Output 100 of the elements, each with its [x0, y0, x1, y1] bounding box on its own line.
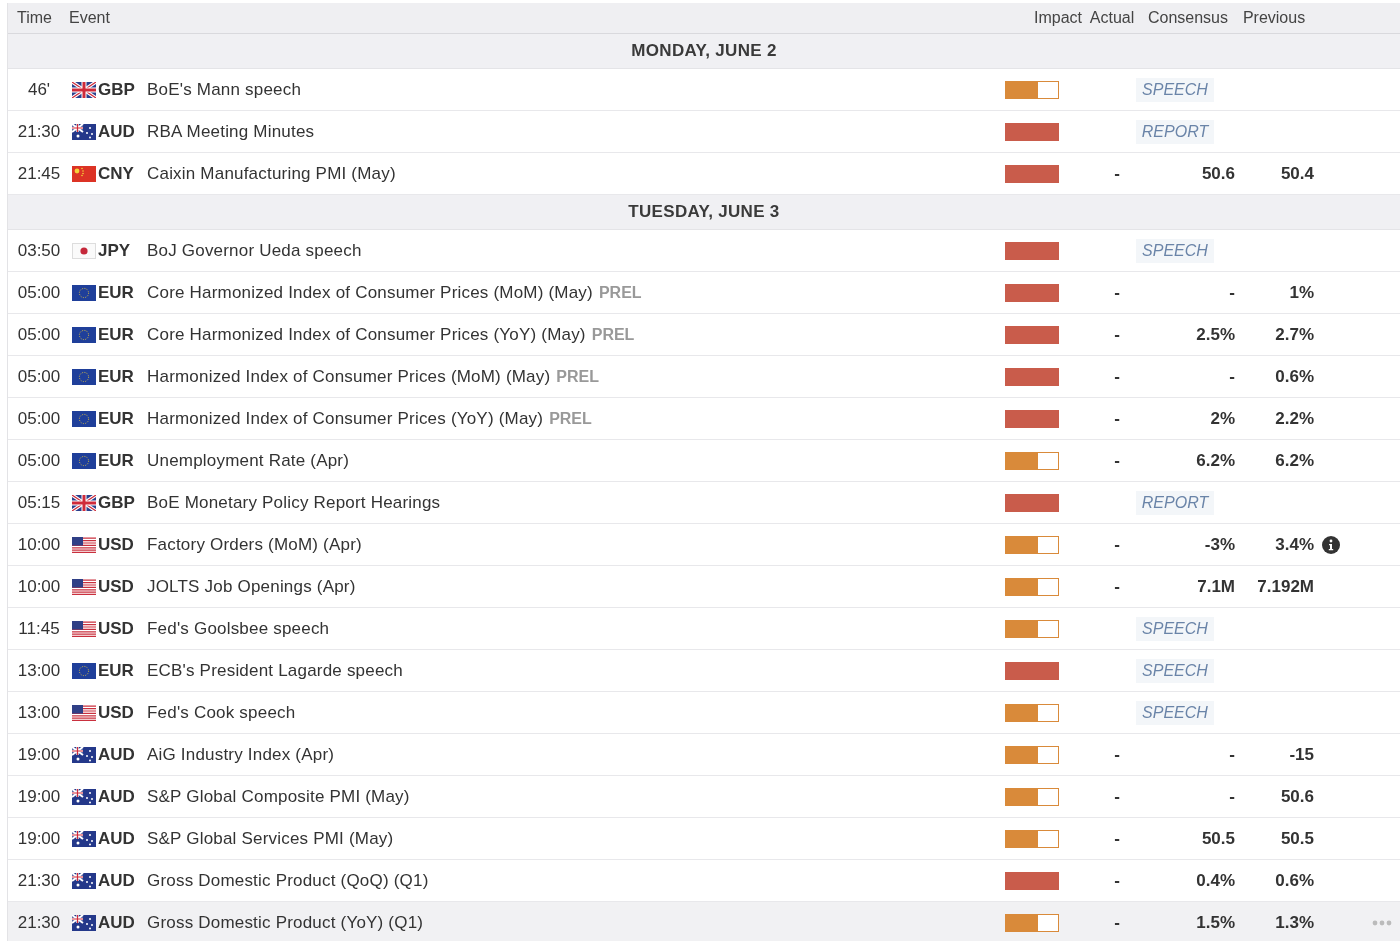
consensus-value: - [1229, 366, 1235, 387]
event-type-tag: SPEECH [1136, 700, 1214, 725]
event-time: 19:00 [17, 828, 61, 849]
event-time: 05:00 [17, 282, 61, 303]
currency-code: GBP [98, 79, 135, 100]
actual-value: - [1114, 366, 1120, 387]
previous-value: 50.6 [1280, 786, 1314, 807]
actual-value: - [1114, 163, 1120, 184]
actual-value: - [1114, 870, 1120, 891]
currency-code: CNY [98, 163, 134, 184]
event-time: 13:00 [17, 660, 61, 681]
currency-code: AUD [98, 870, 135, 891]
currency-code: EUR [98, 366, 134, 387]
event-time: 05:00 [17, 324, 61, 345]
event-name: AiG Industry Index (Apr) [147, 744, 335, 765]
currency-code: AUD [98, 912, 135, 933]
actual-value: - [1114, 744, 1120, 765]
actual-value: - [1114, 534, 1120, 555]
event-time: 10:00 [17, 576, 61, 597]
event-name: Harmonized Index of Consumer Prices (MoM) (May) [147, 366, 551, 387]
previous-value: 1.3% [1275, 912, 1314, 933]
event-type-tag: REPORT [1135, 490, 1215, 515]
currency-code: EUR [98, 282, 134, 303]
prelim-label: PREL [556, 367, 599, 386]
event-name: Factory Orders (MoM) (Apr) [147, 534, 362, 555]
event-time: 13:00 [17, 702, 61, 723]
event-time: 19:00 [17, 744, 61, 765]
actual-value: - [1114, 786, 1120, 807]
actual-value: - [1114, 912, 1120, 933]
actual-value: - [1114, 450, 1120, 471]
event-type-tag: SPEECH [1136, 238, 1214, 263]
actual-value: - [1114, 324, 1120, 345]
consensus-value: 7.1M [1197, 576, 1235, 597]
previous-value: 2.7% [1275, 324, 1314, 345]
event-time: 05:15 [17, 492, 61, 513]
event-time: 21:30 [17, 912, 61, 933]
consensus-value: 6.2% [1196, 450, 1235, 471]
consensus-value: 50.6 [1201, 163, 1235, 184]
event-name: Caixin Manufacturing PMI (May) [147, 163, 396, 184]
currency-code: USD [98, 618, 134, 639]
currency-code: EUR [98, 408, 134, 429]
actual-value: - [1114, 828, 1120, 849]
event-type-tag: SPEECH [1136, 616, 1214, 641]
event-time: 21:30 [17, 121, 61, 142]
day-header: TUESDAY, JUNE 3 [628, 202, 780, 222]
event-name: S&P Global Composite PMI (May) [147, 786, 410, 807]
column-header[interactable]: Consensus [1147, 9, 1228, 27]
event-name: Core Harmonized Index of Consumer Prices (YoY) (May) [147, 324, 586, 345]
event-time: 21:45 [17, 163, 61, 184]
column-header[interactable]: Event [69, 9, 110, 27]
consensus-value: 2% [1210, 408, 1235, 429]
event-name: Core Harmonized Index of Consumer Prices (MoM) (May) [147, 282, 593, 303]
consensus-value: -3% [1204, 534, 1235, 555]
column-header[interactable]: Time [17, 9, 52, 27]
event-name: RBA Meeting Minutes [147, 121, 315, 142]
day-header: MONDAY, JUNE 2 [631, 41, 777, 61]
currency-code: AUD [98, 121, 135, 142]
currency-code: USD [98, 702, 134, 723]
actual-value: - [1114, 408, 1120, 429]
event-name: BoE's Mann speech [147, 79, 302, 100]
previous-value: 2.2% [1275, 408, 1314, 429]
currency-code: EUR [98, 660, 134, 681]
currency-code: AUD [98, 744, 135, 765]
previous-value: 0.6% [1275, 870, 1314, 891]
previous-value: 50.4 [1280, 163, 1314, 184]
event-name: JOLTS Job Openings (Apr) [147, 576, 356, 597]
event-name: S&P Global Services PMI (May) [147, 828, 394, 849]
prelim-label: PREL [549, 409, 592, 428]
event-time: 19:00 [17, 786, 61, 807]
consensus-value: - [1229, 744, 1235, 765]
column-header[interactable]: Previous [1242, 9, 1306, 27]
consensus-value: - [1229, 282, 1235, 303]
column-header[interactable]: Impact [1034, 9, 1082, 27]
consensus-value: - [1229, 786, 1235, 807]
event-name: Gross Domestic Product (YoY) (Q1) [147, 912, 424, 933]
event-time: 46' [27, 79, 51, 100]
event-name: Fed's Cook speech [147, 702, 296, 723]
currency-code: USD [98, 576, 134, 597]
event-type-tag: SPEECH [1136, 77, 1214, 102]
currency-code: GBP [98, 492, 135, 513]
event-name: Fed's Goolsbee speech [147, 618, 330, 639]
previous-value: 50.5 [1280, 828, 1314, 849]
prelim-label: PREL [591, 325, 635, 344]
currency-code: EUR [98, 324, 134, 345]
event-name: Harmonized Index of Consumer Prices (YoY) (May) [147, 408, 544, 429]
actual-value: - [1114, 282, 1120, 303]
previous-value: 6.2% [1275, 450, 1314, 471]
previous-value: -15 [1289, 744, 1314, 765]
event-name: Unemployment Rate (Apr) [147, 450, 350, 471]
event-time: 05:00 [17, 408, 61, 429]
event-name: BoJ Governor Ueda speech [147, 240, 362, 261]
currency-code: AUD [98, 786, 135, 807]
consensus-value: 0.4% [1196, 870, 1235, 891]
column-header[interactable]: Actual [1089, 9, 1135, 27]
event-time: 05:00 [17, 366, 61, 387]
info-icon[interactable] [1322, 535, 1340, 554]
event-time: 21:30 [17, 870, 61, 891]
event-name: BoE Monetary Policy Report Hearings [147, 492, 441, 513]
event-time: 11:45 [18, 618, 60, 639]
event-row[interactable]: 21:30 AUD Gross Domestic Product (YoY) (Q1) - 1.5% 1.3% [8, 902, 1400, 941]
